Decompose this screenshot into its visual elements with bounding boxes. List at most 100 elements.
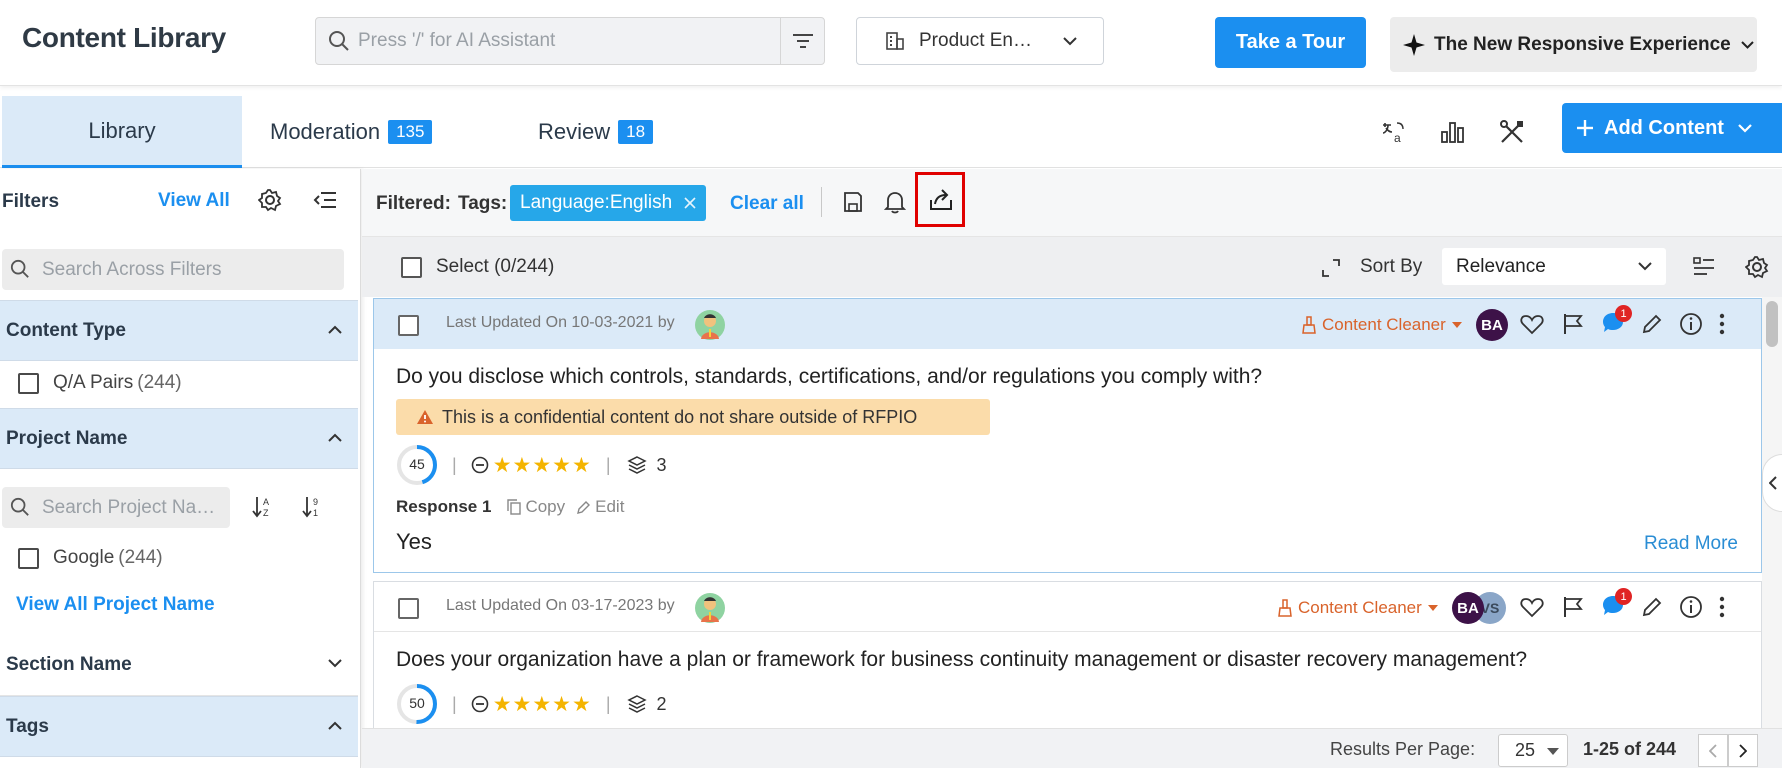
edit-pencil-icon[interactable] bbox=[1641, 313, 1663, 335]
side-panel-toggle[interactable] bbox=[1762, 454, 1782, 512]
filtered-label: Filtered: bbox=[376, 193, 451, 214]
more-options-icon[interactable] bbox=[1719, 313, 1725, 335]
card-checkbox[interactable] bbox=[398, 315, 419, 336]
scrollbar[interactable] bbox=[1762, 297, 1782, 728]
flag-icon[interactable] bbox=[1562, 596, 1584, 618]
edit-pencil-icon[interactable] bbox=[1641, 596, 1663, 618]
more-options-icon[interactable] bbox=[1719, 596, 1725, 618]
clear-all-link[interactable]: Clear all bbox=[730, 193, 804, 215]
warning-icon bbox=[416, 409, 434, 425]
divider bbox=[821, 187, 822, 217]
minus-circle-icon[interactable] bbox=[471, 456, 489, 474]
tools-icon[interactable] bbox=[1492, 112, 1532, 152]
results-per-page-label: Results Per Page: bbox=[1330, 739, 1476, 759]
tags-header[interactable]: Tags bbox=[0, 696, 358, 757]
comment-icon[interactable]: 1 bbox=[1601, 305, 1632, 335]
collapse-sidebar-icon[interactable] bbox=[313, 190, 337, 210]
checkbox[interactable] bbox=[18, 372, 39, 394]
expand-icon[interactable] bbox=[1320, 257, 1342, 279]
heart-icon[interactable] bbox=[1520, 313, 1544, 335]
copy-button[interactable]: Copy bbox=[507, 497, 565, 517]
chevron-down-icon bbox=[1063, 36, 1077, 46]
minus-circle-icon[interactable] bbox=[471, 695, 489, 713]
list-view-icon[interactable] bbox=[1693, 256, 1715, 278]
tab-library-label: Library bbox=[88, 117, 156, 143]
user-avatar[interactable]: BA bbox=[1452, 592, 1484, 624]
tab-moderation[interactable]: Moderation 135 bbox=[270, 96, 433, 168]
content-type-title: Content Type bbox=[6, 319, 126, 341]
flag-icon[interactable] bbox=[1562, 313, 1584, 335]
moderation-count-badge: 135 bbox=[388, 120, 433, 144]
bell-icon[interactable] bbox=[884, 190, 906, 214]
sort-value: Relevance bbox=[1456, 255, 1546, 277]
layers-icon[interactable] bbox=[626, 694, 647, 714]
export-icon[interactable] bbox=[928, 188, 954, 212]
user-avatar[interactable]: BA bbox=[1476, 309, 1508, 341]
gear-icon[interactable] bbox=[258, 188, 282, 212]
product-selector[interactable]: Product En… bbox=[856, 17, 1104, 65]
last-updated: Last Updated On 03-17-2023 by bbox=[446, 597, 675, 614]
next-page-button[interactable] bbox=[1728, 734, 1758, 767]
tab-library[interactable]: Library bbox=[2, 96, 242, 168]
per-page-value: 25 bbox=[1515, 740, 1536, 760]
checkbox[interactable] bbox=[18, 547, 39, 569]
edit-button[interactable]: Edit bbox=[577, 497, 624, 517]
project-option-google-row[interactable]: Google (244) bbox=[18, 547, 163, 569]
results-per-page-select[interactable]: 25 bbox=[1498, 734, 1568, 767]
filter-search-box[interactable]: Search Across Filters bbox=[2, 249, 344, 290]
translate-icon[interactable]: a bbox=[1374, 112, 1414, 152]
select-all-checkbox[interactable] bbox=[401, 256, 422, 278]
scrollbar-thumb[interactable] bbox=[1766, 301, 1778, 347]
search-filter-button[interactable] bbox=[780, 18, 824, 64]
responsive-experience-button[interactable]: The New Responsive Experience bbox=[1390, 17, 1757, 72]
question-text[interactable]: Do you disclose which controls, standard… bbox=[396, 365, 1262, 389]
sort-select[interactable]: Relevance bbox=[1442, 248, 1666, 285]
content-card[interactable]: Last Updated On 10-03-2021 by Content Cl… bbox=[373, 298, 1762, 573]
chevron-down-icon bbox=[328, 659, 342, 668]
question-text[interactable]: Does your organization have a plan or fr… bbox=[396, 648, 1527, 672]
filter-icon bbox=[792, 33, 814, 49]
owner-dropdown[interactable]: Content Cleaner bbox=[1302, 315, 1462, 335]
content-type-header[interactable]: Content Type bbox=[0, 300, 358, 361]
project-search-box[interactable]: Search Project Na… bbox=[2, 487, 230, 528]
owner-label: Content Cleaner bbox=[1298, 598, 1422, 617]
gear-icon[interactable] bbox=[1745, 255, 1769, 279]
close-icon[interactable] bbox=[684, 197, 696, 209]
tab-review[interactable]: Review 18 bbox=[538, 96, 654, 168]
bar-chart-icon[interactable] bbox=[1433, 112, 1473, 152]
avatar bbox=[694, 592, 726, 624]
star-rating[interactable]: ★★★★★ bbox=[493, 692, 592, 717]
star-rating[interactable]: ★★★★★ bbox=[493, 453, 592, 478]
tab-moderation-label: Moderation bbox=[270, 119, 381, 144]
copy-icon bbox=[507, 499, 522, 515]
info-icon[interactable] bbox=[1679, 312, 1703, 336]
content-card[interactable]: Last Updated On 03-17-2023 by Content Cl… bbox=[373, 581, 1762, 728]
export-highlight-box[interactable] bbox=[915, 172, 965, 227]
sort-numeric-icon[interactable]: 91 bbox=[302, 495, 322, 519]
project-name-header[interactable]: Project Name bbox=[0, 408, 358, 469]
sort-alpha-icon[interactable]: AZ bbox=[252, 495, 272, 519]
owner-dropdown[interactable]: Content Cleaner bbox=[1278, 598, 1438, 618]
section-name-header[interactable]: Section Name bbox=[0, 635, 358, 696]
add-content-button[interactable]: Add Content bbox=[1562, 103, 1782, 153]
svg-text:A: A bbox=[263, 497, 269, 507]
save-icon[interactable] bbox=[843, 191, 863, 213]
read-more-link[interactable]: Read More bbox=[1644, 533, 1738, 555]
pagination-footer: Results Per Page: 25 1-25 of 244 bbox=[362, 728, 1782, 768]
ai-search-input[interactable] bbox=[358, 18, 758, 64]
ai-search-box[interactable] bbox=[315, 17, 825, 65]
info-icon[interactable] bbox=[1679, 595, 1703, 619]
heart-icon[interactable] bbox=[1520, 596, 1544, 618]
select-all[interactable]: Select (0/244) bbox=[401, 256, 554, 278]
take-a-tour-button[interactable]: Take a Tour bbox=[1215, 17, 1366, 68]
layers-icon[interactable] bbox=[626, 455, 647, 475]
option-count: (244) bbox=[137, 372, 182, 393]
view-all-project-name-link[interactable]: View All Project Name bbox=[16, 594, 215, 616]
comment-icon[interactable]: 1 bbox=[1601, 588, 1632, 618]
previous-page-button[interactable] bbox=[1698, 734, 1728, 767]
view-all-filters-link[interactable]: View All bbox=[158, 190, 230, 212]
content-type-option-qa-pairs[interactable]: Q/A Pairs (244) bbox=[18, 372, 182, 394]
list-toolbar: Select (0/244) Sort By Relevance bbox=[362, 237, 1782, 297]
card-checkbox[interactable] bbox=[398, 598, 419, 619]
chevron-up-icon bbox=[328, 325, 342, 334]
